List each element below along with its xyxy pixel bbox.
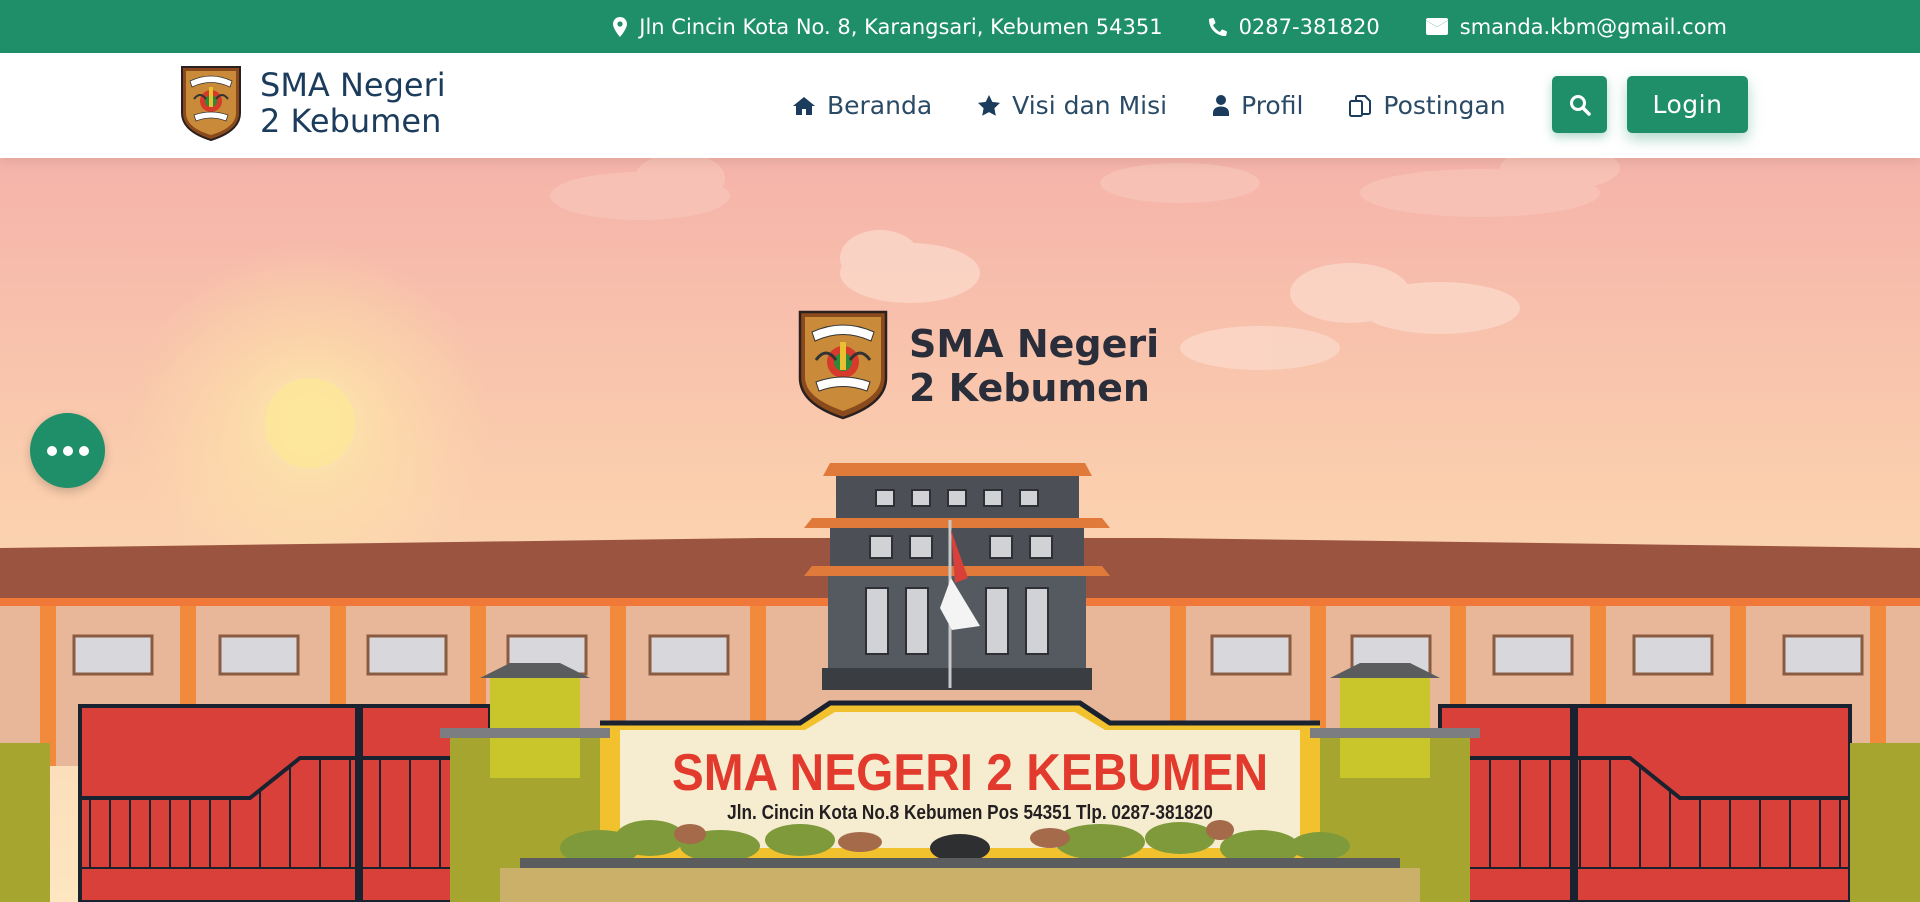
user-icon bbox=[1213, 95, 1230, 116]
home-icon bbox=[793, 96, 815, 115]
login-button[interactable]: Login bbox=[1627, 76, 1748, 133]
address-text: Jln Cincin Kota No. 8, Karangsari, Kebum… bbox=[639, 14, 1163, 39]
envelope-icon bbox=[1425, 18, 1448, 35]
more-options-button[interactable] bbox=[30, 413, 105, 488]
brand-line2: 2 Kebumen bbox=[260, 102, 442, 140]
search-icon bbox=[1569, 94, 1591, 116]
sign-subtitle: Jln. Cincin Kota No.8 Kebumen Pos 54351 … bbox=[727, 802, 1213, 824]
star-icon bbox=[978, 95, 1001, 116]
brand[interactable]: SMA Negeri 2 Kebumen bbox=[180, 65, 446, 141]
dot-icon bbox=[46, 445, 57, 456]
hero-logo: SMA Negeri 2 Kebumen bbox=[797, 310, 1159, 422]
dot-icon bbox=[62, 445, 73, 456]
email-item[interactable]: smanda.kbm@gmail.com bbox=[1425, 15, 1727, 39]
hero-name-line2: 2 Kebumen bbox=[909, 366, 1150, 410]
copy-icon bbox=[1349, 94, 1372, 117]
phone-icon bbox=[1208, 17, 1227, 36]
main-navbar: SMA Negeri 2 Kebumen Beranda Visi dan Mi… bbox=[0, 53, 1920, 158]
brand-name: SMA Negeri 2 Kebumen bbox=[260, 67, 446, 139]
map-marker-icon bbox=[613, 16, 628, 37]
top-contact-bar: Jln Cincin Kota No. 8, Karangsari, Kebum… bbox=[0, 0, 1920, 53]
hero-school-name: SMA Negeri 2 Kebumen bbox=[909, 322, 1159, 410]
phone-item[interactable]: 0287-381820 bbox=[1208, 15, 1380, 39]
hero-name-line1: SMA Negeri bbox=[909, 322, 1160, 366]
nav-menu: Beranda Visi dan Misi Profil Postingan bbox=[793, 53, 1552, 158]
nav-label-beranda[interactable]: Beranda bbox=[827, 91, 932, 120]
school-emblem-icon bbox=[181, 66, 241, 141]
nav-label-profil[interactable]: Profil bbox=[1241, 91, 1303, 120]
search-button[interactable] bbox=[1552, 76, 1607, 133]
nav-item-beranda[interactable]: Beranda bbox=[793, 91, 932, 120]
nav-item-visi-misi[interactable]: Visi dan Misi bbox=[978, 91, 1167, 120]
email-text[interactable]: smanda.kbm@gmail.com bbox=[1460, 15, 1727, 39]
nav-label-postingan[interactable]: Postingan bbox=[1383, 91, 1505, 120]
address-item: Jln Cincin Kota No. 8, Karangsari, Kebum… bbox=[613, 14, 1163, 39]
sign-title: SMA NEGERI 2 KEBUMEN bbox=[671, 744, 1269, 802]
nav-item-profil[interactable]: Profil bbox=[1213, 91, 1303, 120]
nav-item-postingan[interactable]: Postingan bbox=[1349, 91, 1506, 120]
nav-label-visi-misi[interactable]: Visi dan Misi bbox=[1012, 91, 1167, 120]
hero-emblem bbox=[797, 310, 889, 422]
hero-banner: SMA Negeri 2 Kebumen SMA NEGERI 2 KEBUME… bbox=[0, 158, 1920, 902]
dot-icon bbox=[78, 445, 89, 456]
phone-text[interactable]: 0287-381820 bbox=[1239, 15, 1380, 39]
brand-line1: SMA Negeri bbox=[260, 66, 446, 104]
